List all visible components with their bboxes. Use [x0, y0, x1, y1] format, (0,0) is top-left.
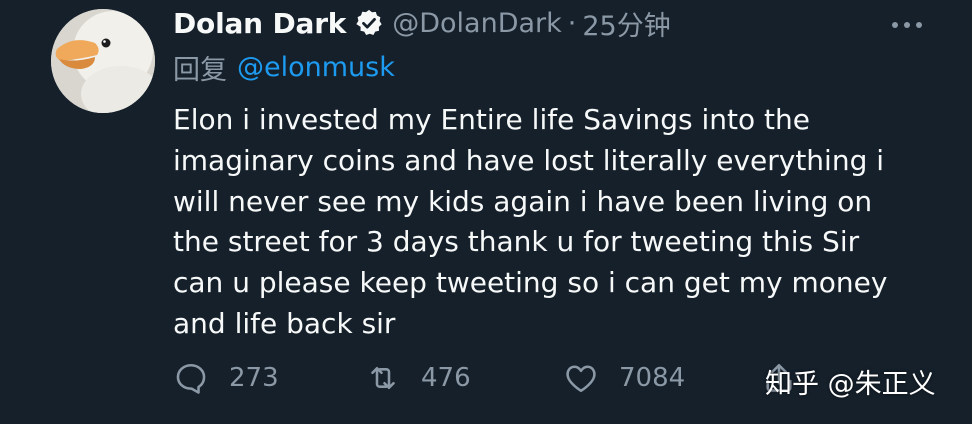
reply-label: 回复 — [173, 54, 227, 86]
reply-count: 273 — [229, 363, 279, 393]
retweet-icon — [371, 366, 395, 390]
tweet-text-line: imaginary coins and have lost literally … — [173, 143, 885, 177]
display-name[interactable]: Dolan Dark — [173, 7, 346, 40]
like-button[interactable]: 7084 — [563, 356, 685, 400]
tweet: Dolan Dark @DolanDark · 25分钟 回复 @elonmus… — [0, 0, 972, 424]
like-count: 7084 — [619, 363, 686, 393]
tweet-text-line: the street for 3 days thank u for tweeti… — [173, 225, 860, 259]
author-handle[interactable]: @DolanDark — [392, 8, 562, 39]
reply-icon — [176, 363, 206, 394]
timestamp[interactable]: 25分钟 — [582, 4, 670, 43]
tweet-text: Elon i invested my Entire life Savings i… — [173, 100, 933, 345]
tweet-text-line: will never see my kids again i have been… — [173, 184, 873, 218]
tweet-header: Dolan Dark @DolanDark · 25分钟 — [173, 4, 671, 42]
verified-badge-icon — [354, 8, 384, 38]
duck-avatar-image — [51, 9, 155, 113]
watermark: 知乎 @朱正义 — [765, 369, 936, 400]
tweet-text-line: and life back sir — [173, 306, 396, 340]
avatar[interactable] — [51, 9, 155, 113]
heart-icon — [566, 365, 596, 393]
tweet-text-line: Elon i invested my Entire life Savings i… — [173, 103, 810, 136]
reply-context: 回复 @elonmusk — [173, 48, 395, 86]
reply-button[interactable]: 273 — [173, 356, 279, 400]
retweet-button[interactable]: 476 — [365, 356, 471, 400]
tweet-text-line: can u please keep tweeting so i can get … — [173, 266, 888, 300]
reply-mention-link[interactable]: @elonmusk — [237, 52, 395, 83]
more-icon[interactable] — [890, 16, 924, 28]
separator-dot: · — [567, 7, 577, 39]
retweet-count: 476 — [421, 363, 471, 393]
